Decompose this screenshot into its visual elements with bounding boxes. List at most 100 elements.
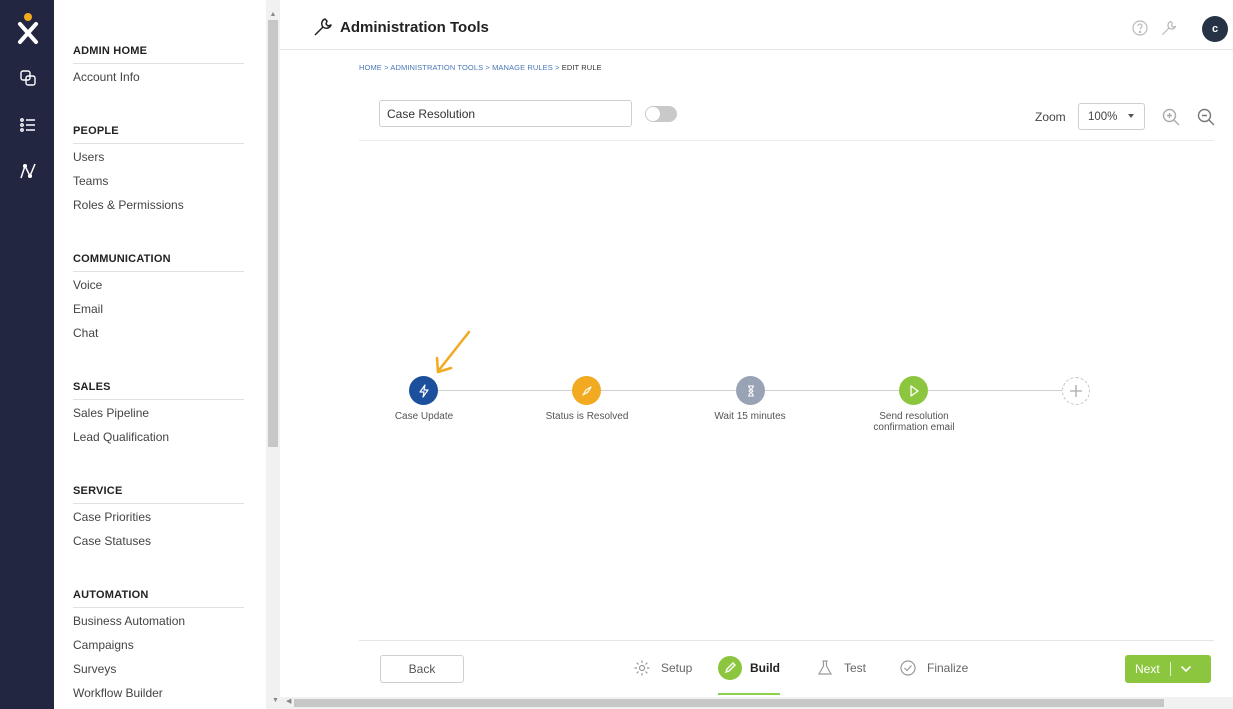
step-label: Setup bbox=[661, 661, 693, 675]
canvas-top-divider bbox=[359, 140, 1214, 141]
flow-node-trigger[interactable] bbox=[409, 376, 438, 405]
sidebar-item-campaigns[interactable]: Campaigns bbox=[73, 638, 134, 652]
add-step-button[interactable] bbox=[1062, 377, 1090, 405]
breadcrumb-administration-tools[interactable]: ADMINISTRATION TOOLS bbox=[390, 63, 483, 72]
annotation-arrow-icon bbox=[435, 330, 471, 374]
flask-icon bbox=[814, 657, 836, 679]
caret-down-icon bbox=[1128, 114, 1134, 118]
section-divider bbox=[73, 607, 244, 608]
flow-connector bbox=[438, 390, 572, 391]
step-setup[interactable]: Setup bbox=[631, 656, 692, 680]
user-avatar[interactable]: c bbox=[1202, 16, 1228, 42]
settings-wrench-icon[interactable] bbox=[1160, 19, 1178, 37]
flow-connector bbox=[928, 390, 1062, 391]
sidebar-item-teams[interactable]: Teams bbox=[73, 174, 108, 188]
sidebar-scrollbar-thumb[interactable] bbox=[268, 20, 278, 447]
flow-node-label: Wait 15 minutes bbox=[714, 411, 786, 422]
app-window: ADMIN HOME Account Info PEOPLE Users Tea… bbox=[0, 0, 1233, 709]
flow-node-label: Case Update bbox=[394, 411, 454, 422]
app-logo-icon[interactable] bbox=[17, 12, 39, 46]
sidebar-item-workflow-builder[interactable]: Workflow Builder bbox=[73, 686, 163, 700]
next-button-label: Next bbox=[1135, 662, 1160, 676]
breadcrumb-separator: > bbox=[485, 63, 490, 72]
wrench-icon bbox=[312, 16, 334, 38]
zoom-out-icon[interactable] bbox=[1196, 107, 1216, 127]
step-build[interactable]: Build bbox=[718, 656, 780, 680]
section-divider bbox=[73, 143, 244, 144]
sidebar-item-email[interactable]: Email bbox=[73, 302, 103, 316]
section-divider bbox=[73, 503, 244, 504]
section-title-people: PEOPLE bbox=[73, 125, 119, 137]
lightning-icon bbox=[418, 383, 429, 398]
flow-node-label: Send resolution confirmation email bbox=[873, 411, 955, 433]
hourglass-icon bbox=[747, 384, 754, 397]
sidebar-item-account-info[interactable]: Account Info bbox=[73, 70, 140, 84]
step-label: Finalize bbox=[927, 661, 969, 675]
zoom-select[interactable]: 100% bbox=[1078, 103, 1145, 130]
horizontal-scrollbar-thumb[interactable] bbox=[294, 699, 1164, 707]
section-divider bbox=[73, 63, 244, 64]
scroll-left-arrow-icon[interactable]: ◀ bbox=[286, 697, 291, 705]
section-divider bbox=[73, 271, 244, 272]
zoom-label: Zoom bbox=[1035, 110, 1066, 124]
pencil-icon bbox=[718, 656, 742, 680]
help-icon[interactable] bbox=[1131, 19, 1149, 37]
section-title-service: SERVICE bbox=[73, 485, 123, 497]
step-label: Build bbox=[750, 661, 780, 675]
breadcrumb-home[interactable]: HOME bbox=[359, 63, 382, 72]
flow-node-label: Status is Resolved bbox=[545, 411, 629, 422]
scroll-up-arrow-icon[interactable]: ▲ bbox=[268, 10, 278, 20]
sidebar-item-surveys[interactable]: Surveys bbox=[73, 662, 116, 676]
sidebar-item-voice[interactable]: Voice bbox=[73, 278, 102, 292]
sidebar-item-case-statuses[interactable]: Case Statuses bbox=[73, 534, 151, 548]
sidebar-item-case-priorities[interactable]: Case Priorities bbox=[73, 510, 151, 524]
button-separator bbox=[1169, 662, 1171, 676]
compass-icon bbox=[581, 385, 592, 396]
chevron-down-icon[interactable] bbox=[1180, 663, 1192, 675]
back-button[interactable]: Back bbox=[380, 655, 464, 683]
flow-connector bbox=[601, 390, 736, 391]
breadcrumb-separator: > bbox=[555, 63, 560, 72]
flow-node-delay[interactable] bbox=[736, 376, 765, 405]
flow-connector bbox=[765, 390, 899, 391]
flow-node-action[interactable] bbox=[899, 376, 928, 405]
section-title-automation: AUTOMATION bbox=[73, 589, 149, 601]
section-divider bbox=[73, 399, 244, 400]
next-button[interactable]: Next bbox=[1125, 655, 1211, 683]
workflow-icon[interactable] bbox=[17, 160, 39, 182]
footer-divider bbox=[359, 640, 1214, 641]
list-icon[interactable] bbox=[17, 114, 39, 136]
sidebar-item-roles-permissions[interactable]: Roles & Permissions bbox=[73, 198, 184, 212]
page-header: Administration Tools c bbox=[280, 0, 1233, 50]
breadcrumb-separator: > bbox=[384, 63, 389, 72]
sidebar-item-lead-qualification[interactable]: Lead Qualification bbox=[73, 430, 169, 444]
step-finalize[interactable]: Finalize bbox=[897, 656, 968, 680]
breadcrumb: HOME > ADMINISTRATION TOOLS > MANAGE RUL… bbox=[359, 63, 602, 72]
sidebar-item-business-automation[interactable]: Business Automation bbox=[73, 614, 185, 628]
sidebar-item-sales-pipeline[interactable]: Sales Pipeline bbox=[73, 406, 149, 420]
horizontal-scrollbar[interactable]: ▼ ◀ bbox=[266, 697, 1233, 709]
sidebar-item-users[interactable]: Users bbox=[73, 150, 104, 164]
icon-rail bbox=[0, 0, 54, 709]
check-circle-icon bbox=[897, 657, 919, 679]
sidebar-item-chat[interactable]: Chat bbox=[73, 326, 98, 340]
copy-icon[interactable] bbox=[17, 67, 39, 89]
section-title-admin-home: ADMIN HOME bbox=[73, 45, 148, 57]
breadcrumb-manage-rules[interactable]: MANAGE RULES bbox=[492, 63, 553, 72]
page-title: Administration Tools bbox=[340, 19, 489, 36]
step-test[interactable]: Test bbox=[814, 656, 866, 680]
section-title-sales: SALES bbox=[73, 381, 111, 393]
scroll-down-small-icon[interactable]: ▼ bbox=[272, 697, 279, 704]
zoom-value: 100% bbox=[1088, 111, 1118, 123]
step-label: Test bbox=[844, 661, 867, 675]
admin-sidebar: ADMIN HOME Account Info PEOPLE Users Tea… bbox=[54, 0, 266, 709]
rule-name-input[interactable] bbox=[379, 100, 632, 127]
breadcrumb-current: EDIT RULE bbox=[561, 63, 602, 72]
zoom-in-icon[interactable] bbox=[1161, 107, 1181, 127]
gear-icon bbox=[631, 657, 653, 679]
play-icon bbox=[909, 384, 919, 397]
plus-icon bbox=[1070, 385, 1082, 397]
section-title-communication: COMMUNICATION bbox=[73, 253, 171, 265]
flow-node-condition[interactable] bbox=[572, 376, 601, 405]
rule-active-toggle[interactable] bbox=[645, 106, 677, 122]
